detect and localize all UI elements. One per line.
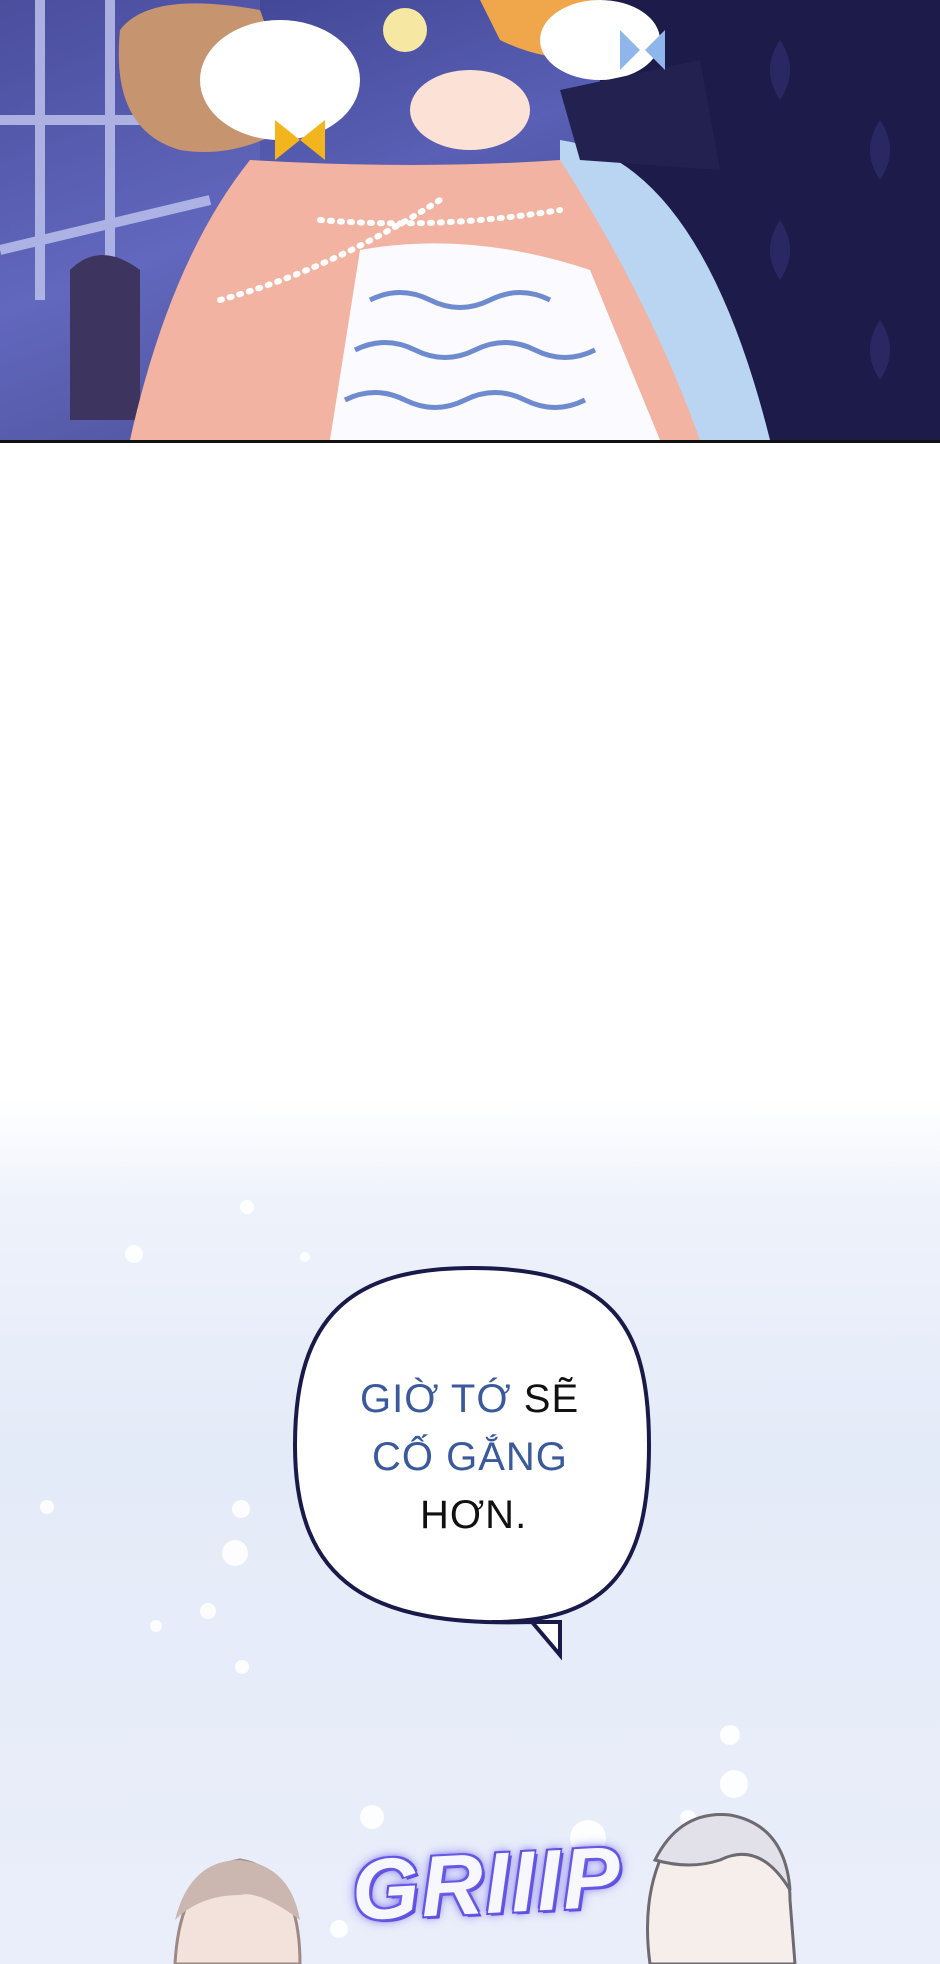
bubble-line2: CỐ GẮNG <box>372 1435 568 1479</box>
blank-gutter <box>0 443 940 1143</box>
dancing-couple-illustration <box>0 0 940 440</box>
bubble-line1-highlight: GIỜ TỚ <box>360 1377 512 1421</box>
bubble-line1-rest: SẼ <box>511 1377 580 1421</box>
sound-effect-text: GRIIIP <box>349 1828 625 1940</box>
bubble-line3: HƠN. <box>420 1493 528 1537</box>
top-illustration-panel <box>0 0 940 443</box>
speech-bubble-text: GIỜ TỚ SẼ CỐ GẮNG HƠN. <box>330 1370 620 1544</box>
speech-bubble: GIỜ TỚ SẼ CỐ GẮNG HƠN. <box>292 1265 652 1661</box>
